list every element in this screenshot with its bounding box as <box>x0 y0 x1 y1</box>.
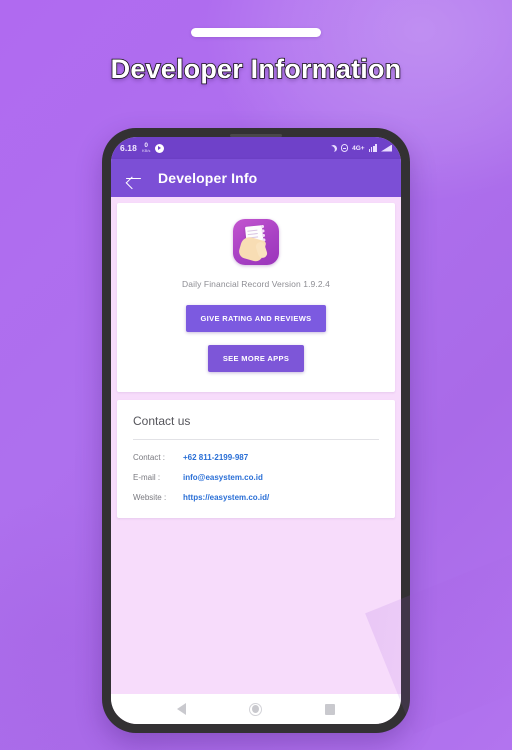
give-rating-and-reviews-button[interactable]: GIVE RATING AND REVIEWS <box>185 305 327 332</box>
top-indicator-bar <box>191 28 321 37</box>
contact-label-website: Website : <box>133 493 167 502</box>
app-info-card: Daily Financial Record Version 1.9.2.4 G… <box>117 203 395 392</box>
back-arrow-icon[interactable] <box>125 170 142 187</box>
contact-divider <box>133 439 379 440</box>
moon-icon <box>328 143 337 152</box>
contact-card: Contact us Contact : +62 811-2199-987 E-… <box>117 400 395 518</box>
contact-value-website[interactable]: https://easystem.co.id/ <box>183 493 269 502</box>
do-not-disturb-icon <box>340 144 349 152</box>
network-speed-indicator: 0 KB/s <box>141 142 151 154</box>
contact-card-title: Contact us <box>133 414 191 428</box>
status-bar-left: 6.18 0 KB/s <box>120 142 165 154</box>
contact-row-website: Website : https://easystem.co.id/ <box>133 493 379 502</box>
app-version-text: Daily Financial Record Version 1.9.2.4 <box>182 279 330 289</box>
app-bar-title: Developer Info <box>158 170 258 186</box>
see-more-apps-button[interactable]: SEE MORE APPS <box>207 345 305 372</box>
contact-value-phone[interactable]: +62 811-2199-987 <box>183 453 248 462</box>
play-circle-icon <box>155 143 165 153</box>
notepad-rings-shape <box>260 224 264 228</box>
screen-content: Daily Financial Record Version 1.9.2.4 G… <box>111 197 401 694</box>
signal-bars-icon <box>368 144 377 152</box>
contact-value-email[interactable]: info@easystem.co.id <box>183 473 263 482</box>
phone-screen: 6.18 0 KB/s 4G+ Developer Info Daily Fin… <box>111 137 401 724</box>
app-bar: Developer Info <box>111 159 401 197</box>
battery-icon <box>381 144 392 152</box>
contact-label-phone: Contact : <box>133 453 166 462</box>
contact-row-email: E-mail : info@easystem.co.id <box>133 473 379 482</box>
phone-mockup: 6.18 0 KB/s 4G+ Developer Info Daily Fin… <box>102 128 410 733</box>
promo-headline: Developer Information <box>110 53 402 85</box>
nav-home-icon[interactable] <box>248 702 262 716</box>
nav-back-icon[interactable] <box>176 703 186 715</box>
nav-recents-icon[interactable] <box>325 703 336 715</box>
status-bar: 6.18 0 KB/s 4G+ <box>111 137 401 159</box>
status-time: 6.18 <box>120 143 137 153</box>
daily-financial-record-app-icon <box>233 219 279 265</box>
android-nav-bar <box>111 694 401 724</box>
network-speed-unit: KB/s <box>141 148 151 154</box>
contact-row-phone: Contact : +62 811-2199-987 <box>133 453 379 462</box>
contact-label-email: E-mail : <box>133 473 161 482</box>
network-type-label: 4G+ <box>352 144 365 152</box>
status-bar-right: 4G+ <box>330 144 392 152</box>
promo-stage: Developer Information 6.18 0 KB/s 4G+ De… <box>0 0 512 750</box>
